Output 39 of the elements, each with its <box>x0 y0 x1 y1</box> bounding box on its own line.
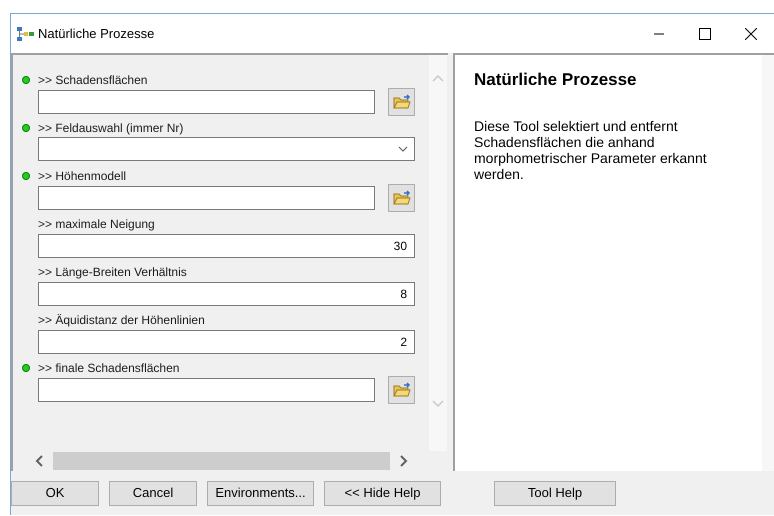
number-field[interactable]: 2 <box>38 330 415 354</box>
scroll-down-icon[interactable] <box>432 400 444 407</box>
dialog-button[interactable]: << Hide Help <box>324 480 441 506</box>
folder-icon <box>392 190 410 206</box>
dialog-button[interactable]: OK <box>11 480 99 506</box>
parameter-label: >> Äquidistanz der Höhenlinien <box>38 312 205 329</box>
input-field[interactable] <box>38 90 375 114</box>
parameter-label: >> maximale Neigung <box>38 216 155 233</box>
dialog-button[interactable]: Cancel <box>109 480 197 506</box>
close-icon <box>745 28 757 40</box>
browse-button[interactable] <box>388 184 415 212</box>
browse-button[interactable] <box>388 88 415 116</box>
dialog-button[interactable]: Environments... <box>207 480 314 506</box>
scroll-right-icon[interactable] <box>400 455 408 467</box>
input-field[interactable] <box>38 186 375 210</box>
help-title: Natürliche Prozesse <box>474 69 638 91</box>
parameter-label: >> Höhenmodell <box>38 168 126 185</box>
folder-icon <box>392 94 410 110</box>
chevron-down-icon <box>398 146 408 152</box>
folder-icon <box>392 382 410 398</box>
maximize-icon <box>699 28 711 40</box>
parameter-label: >> Feldauswahl (immer Nr) <box>38 120 184 137</box>
scroll-up-icon[interactable] <box>432 75 444 82</box>
number-field[interactable]: 30 <box>38 234 415 258</box>
parameter-label: >> Länge-Breiten Verhältnis <box>38 264 187 281</box>
vertical-scrollbar[interactable] <box>429 55 447 451</box>
number-field[interactable]: 8 <box>38 282 415 306</box>
browse-button[interactable] <box>388 376 415 404</box>
tool-help-button[interactable]: Tool Help <box>494 480 616 506</box>
parameter-label: >> finale Schadensflächen <box>38 360 180 377</box>
input-field[interactable] <box>38 378 375 402</box>
app-icon <box>17 26 34 40</box>
scroll-left-icon[interactable] <box>35 455 43 467</box>
help-scrollbar[interactable] <box>762 55 774 471</box>
dropdown-field[interactable] <box>38 137 415 161</box>
help-text: Diese Tool selektiert und entfernt Schadensflächen die anhand morphometrischer Parameter erkannt werden. <box>474 118 708 182</box>
window-title: Natürliche Prozesse <box>38 24 154 43</box>
parameter-label: >> Schadensflächen <box>38 72 148 89</box>
scrollbar-thumb[interactable] <box>53 452 390 470</box>
